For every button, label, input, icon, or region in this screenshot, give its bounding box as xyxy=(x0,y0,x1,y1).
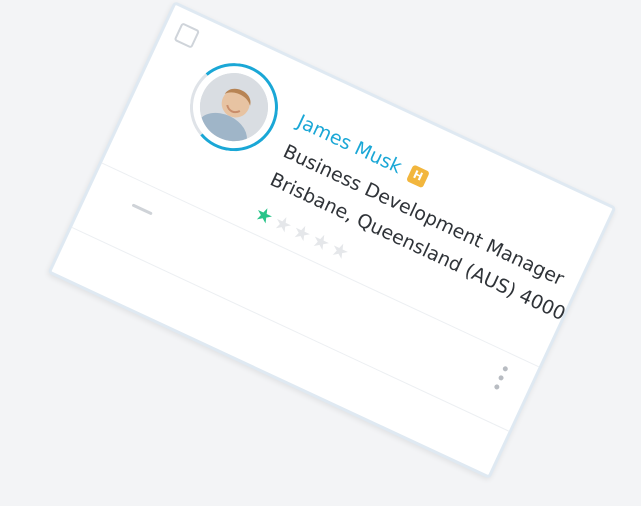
h-badge-icon: H xyxy=(405,164,430,189)
minus-icon[interactable] xyxy=(131,203,153,216)
menu-dot xyxy=(493,383,500,391)
viewport: James Musk H Business Development Manage… xyxy=(0,0,641,506)
more-vertical-icon[interactable] xyxy=(490,365,510,396)
job-title: Business Development Manager xyxy=(279,140,568,291)
star-icon[interactable]: ★ xyxy=(327,236,353,265)
select-checkbox[interactable] xyxy=(173,22,201,49)
contact-card[interactable]: James Musk H Business Development Manage… xyxy=(47,0,617,480)
menu-dot xyxy=(501,365,509,372)
menu-dot xyxy=(497,374,504,381)
